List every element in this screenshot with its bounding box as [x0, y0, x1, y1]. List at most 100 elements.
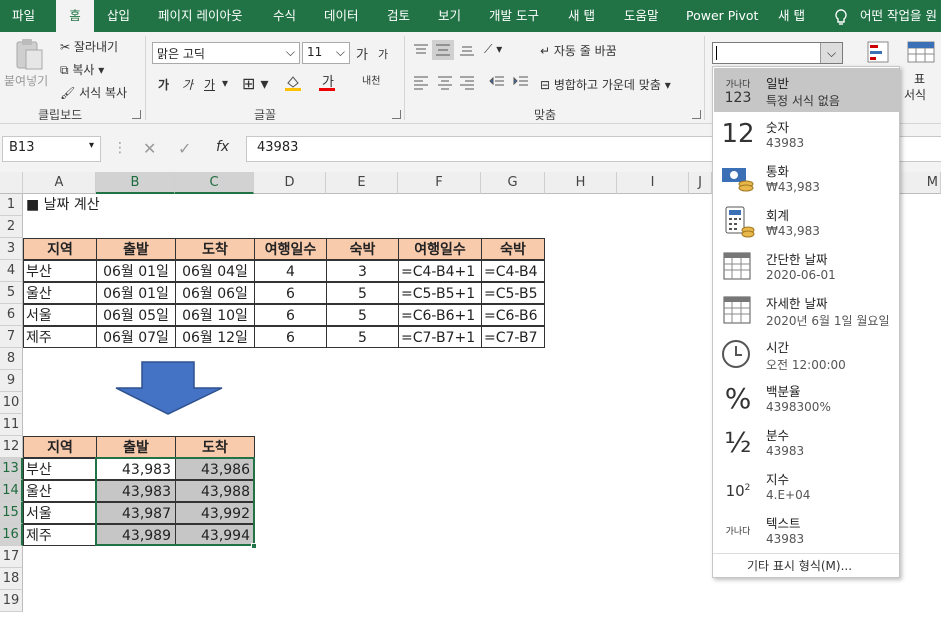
down-arrow-shape[interactable]: [114, 360, 224, 416]
cancel-icon[interactable]: ✕: [143, 139, 156, 158]
format-option-percent[interactable]: % 백분율 4398300%: [714, 376, 899, 420]
table-cell[interactable]: 43,983: [96, 458, 176, 480]
tab-review[interactable]: 검토: [387, 0, 410, 32]
clipboard-launcher-icon[interactable]: [132, 110, 141, 119]
tab-power-pivot[interactable]: Power Pivot: [686, 0, 758, 32]
table-cell[interactable]: =C7-B7: [481, 326, 545, 348]
underline-dropdown[interactable]: ▾: [222, 76, 228, 90]
select-all-button[interactable]: [0, 172, 23, 194]
row-header[interactable]: 18: [0, 568, 23, 590]
cut-button[interactable]: ✂ 잘라내기: [60, 38, 118, 55]
column-header[interactable]: F: [398, 172, 481, 194]
column-header[interactable]: I: [617, 172, 689, 194]
table-cell[interactable]: 43,987: [96, 502, 176, 524]
table-header-cell[interactable]: 여행일수: [398, 238, 482, 260]
shrink-font-button[interactable]: 가: [378, 46, 388, 62]
underline-button[interactable]: 가: [204, 76, 215, 93]
format-option-long-date[interactable]: 자세한 날짜 2020년 6월 1일 월요일: [714, 288, 899, 332]
fill-handle[interactable]: [251, 543, 257, 549]
copy-button[interactable]: ⧉ 복사 ▾: [60, 61, 104, 78]
increase-indent-icon[interactable]: [512, 74, 530, 90]
bold-button[interactable]: 가: [158, 76, 169, 93]
table-cell[interactable]: 울산: [23, 282, 97, 304]
table-cell[interactable]: 제주: [23, 326, 97, 348]
format-label[interactable]: 서식: [904, 86, 926, 103]
format-option-general[interactable]: 가나다 123 일반 특정 서식 없음: [714, 68, 899, 112]
font-name-combo[interactable]: 맑은 고딕 ⌵: [152, 42, 300, 64]
table-header-cell[interactable]: 출발: [96, 238, 176, 260]
row-header[interactable]: 9: [0, 370, 23, 392]
table-cell[interactable]: 06월 07일: [96, 326, 176, 348]
tab-home[interactable]: 홈: [56, 0, 94, 32]
table-header-cell[interactable]: 지역: [23, 238, 97, 260]
column-header[interactable]: G: [481, 172, 545, 194]
name-box[interactable]: B13 ▾: [2, 136, 101, 162]
tab-formulas[interactable]: 수식: [273, 0, 296, 32]
title-cell[interactable]: ■ 날짜 계산: [26, 194, 226, 216]
table-header-cell[interactable]: 지역: [23, 436, 97, 458]
tab-new-2[interactable]: 새 탭: [778, 0, 805, 32]
conditional-format-icon[interactable]: [866, 40, 894, 66]
row-header[interactable]: 19: [0, 590, 23, 612]
number-format-combo[interactable]: ⌵: [712, 42, 843, 64]
table-cell[interactable]: 울산: [23, 480, 97, 502]
align-bottom-icon[interactable]: [458, 42, 476, 58]
table-cell[interactable]: 4: [254, 260, 327, 282]
align-center-icon[interactable]: [436, 74, 454, 90]
paste-icon[interactable]: [14, 38, 44, 70]
table-cell[interactable]: 서울: [23, 304, 97, 326]
enter-icon[interactable]: ✓: [178, 139, 191, 158]
row-header[interactable]: 10: [0, 392, 23, 414]
column-header[interactable]: B: [96, 172, 175, 194]
font-size-combo[interactable]: 11 ⌵: [302, 42, 350, 64]
table-cell[interactable]: 6: [254, 304, 327, 326]
tab-insert[interactable]: 삽입: [107, 0, 130, 32]
tab-developer[interactable]: 개발 도구: [489, 0, 539, 32]
row-header[interactable]: 5: [0, 282, 23, 304]
row-header[interactable]: 4: [0, 260, 23, 282]
lightbulb-icon[interactable]: [834, 0, 848, 32]
more-number-formats-link[interactable]: 기타 표시 형식(M)...: [747, 557, 852, 574]
row-header[interactable]: 1: [0, 194, 23, 216]
tab-page-layout[interactable]: 페이지 레이아웃: [158, 0, 242, 32]
table-cell[interactable]: 06월 12일: [175, 326, 255, 348]
row-header[interactable]: 6: [0, 304, 23, 326]
table-cell[interactable]: 43,986: [175, 458, 255, 480]
merge-center-button[interactable]: ⊟ 병합하고 가운데 맞춤 ▾: [540, 76, 671, 93]
row-header[interactable]: 15: [0, 502, 23, 524]
column-header[interactable]: A: [23, 172, 96, 194]
decrease-indent-icon[interactable]: [488, 74, 506, 90]
table-cell[interactable]: 06월 06일: [175, 282, 255, 304]
border-icon[interactable]: ⊞ ▾: [242, 74, 269, 93]
format-option-number[interactable]: 12 숫자 43983: [714, 112, 899, 156]
table-cell[interactable]: 3: [326, 260, 399, 282]
table-cell[interactable]: 부산: [23, 260, 97, 282]
table-cell[interactable]: 06월 10일: [175, 304, 255, 326]
wrap-text-button[interactable]: ↵ 자동 줄 바꿈: [540, 42, 617, 59]
tell-me-search[interactable]: 어떤 작업을 원: [860, 0, 937, 32]
table-cell[interactable]: =C6-B6: [481, 304, 545, 326]
table-cell[interactable]: 06월 04일: [175, 260, 255, 282]
chevron-down-icon[interactable]: ⌵: [820, 43, 842, 63]
column-header[interactable]: D: [254, 172, 326, 194]
row-header[interactable]: 13: [0, 458, 23, 480]
format-option-accounting[interactable]: 회계 ₩43,983: [714, 200, 899, 244]
table-cell[interactable]: 43,989: [96, 524, 176, 546]
row-header[interactable]: 12: [0, 436, 23, 458]
table-format-label[interactable]: 표: [914, 70, 925, 87]
format-option-short-date[interactable]: 간단한 날짜 2020-06-01: [714, 244, 899, 288]
table-cell[interactable]: 제주: [23, 524, 97, 546]
align-top-icon[interactable]: [412, 42, 430, 58]
format-option-currency[interactable]: 통화 ₩43,983: [714, 156, 899, 200]
table-cell[interactable]: 43,994: [175, 524, 255, 546]
row-header[interactable]: 11: [0, 414, 23, 436]
align-right-icon[interactable]: [458, 74, 476, 90]
row-header[interactable]: 17: [0, 546, 23, 568]
table-cell[interactable]: 서울: [23, 502, 97, 524]
align-middle-icon[interactable]: [432, 40, 454, 60]
table-cell[interactable]: 06월 01일: [96, 282, 176, 304]
phonetic-button[interactable]: 내천: [362, 72, 380, 87]
table-cell[interactable]: 5: [326, 282, 399, 304]
column-header[interactable]: C: [175, 172, 254, 194]
table-cell[interactable]: 06월 01일: [96, 260, 176, 282]
